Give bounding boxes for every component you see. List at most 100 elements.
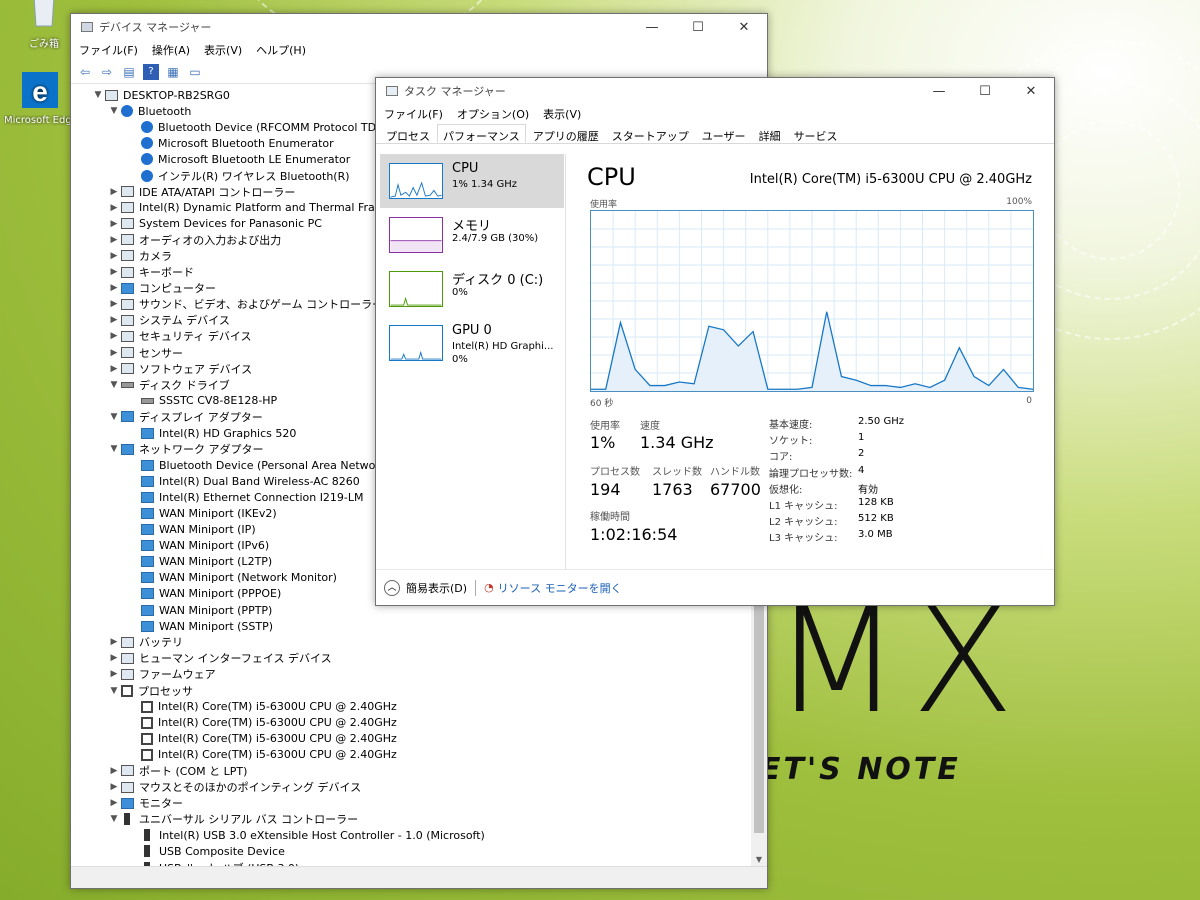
minimize-button[interactable]: —	[916, 84, 962, 99]
tree-item[interactable]: ▼ プロセッサ	[71, 682, 753, 698]
net-device-icon	[141, 588, 154, 600]
expand-chevron-icon[interactable]: ▶	[107, 219, 121, 229]
expand-chevron-icon[interactable]: ▶	[107, 331, 121, 341]
expand-chevron-icon[interactable]: ▶	[107, 798, 121, 808]
dev-device-icon	[121, 202, 134, 214]
expand-chevron-icon[interactable]: ▶	[107, 251, 121, 261]
expand-chevron-icon[interactable]: ▶	[107, 283, 121, 293]
expand-chevron-icon[interactable]: ▶	[107, 669, 121, 679]
collapse-chevron-icon[interactable]: ▼	[91, 90, 105, 100]
tab-details[interactable]: 詳細	[753, 124, 787, 143]
expand-chevron-icon[interactable]: ▶	[107, 299, 121, 309]
tree-item[interactable]: WAN Miniport (SSTP)	[71, 618, 753, 634]
scroll-down-icon[interactable]: ▼	[751, 855, 767, 864]
task-manager-titlebar[interactable]: タスク マネージャー — ☐ ✕	[376, 78, 1054, 104]
tree-item[interactable]: Intel(R) USB 3.0 eXtensible Host Control…	[71, 827, 753, 843]
expand-chevron-icon[interactable]: ▶	[107, 203, 121, 213]
menu-view[interactable]: 表示(V)	[543, 106, 581, 122]
tree-item-label: Intel(R) Core(TM) i5-6300U CPU @ 2.40GHz	[158, 716, 397, 730]
dev-device-icon	[121, 218, 134, 230]
sidebar-item-cpu[interactable]: CPU 1% 1.34 GHz	[380, 154, 564, 208]
tree-item[interactable]: ▶ ヒューマン インターフェイス デバイス	[71, 650, 753, 666]
collapse-chevron-icon[interactable]: ▼	[107, 444, 121, 454]
close-button[interactable]: ✕	[1008, 84, 1054, 99]
properties-icon[interactable]: ▤	[121, 64, 137, 80]
menu-view[interactable]: 表示(V)	[204, 42, 242, 58]
sidebar-item-disk[interactable]: ディスク 0 (C:) 0%	[380, 262, 564, 316]
collapse-chevron-icon[interactable]: ▼	[107, 686, 121, 696]
device-manager-titlebar[interactable]: デバイス マネージャー — ☐ ✕	[71, 14, 767, 40]
cpu-usage-graph	[590, 210, 1034, 392]
maximize-button[interactable]: ☐	[675, 20, 721, 35]
expand-chevron-icon[interactable]: ▶	[107, 267, 121, 277]
resource-monitor-link[interactable]: リソース モニターを開く	[498, 580, 622, 596]
minimize-button[interactable]: —	[629, 20, 675, 35]
spec-label: 論理プロセッサ数:	[769, 468, 853, 480]
net-device-icon	[141, 459, 154, 471]
expand-chevron-icon[interactable]: ▶	[107, 637, 121, 647]
menu-help[interactable]: ヘルプ(H)	[256, 42, 306, 58]
tree-item-label: WAN Miniport (L2TP)	[159, 555, 273, 569]
tree-item[interactable]: ▶ マウスとそのほかのポインティング デバイス	[71, 779, 753, 795]
spec-label: L1 キャッシュ:	[769, 501, 838, 512]
tree-item[interactable]: ▶ ポート (COM と LPT)	[71, 763, 753, 779]
task-manager-title: タスク マネージャー	[404, 85, 506, 98]
tree-item-label: WAN Miniport (SSTP)	[159, 619, 274, 633]
expand-chevron-icon[interactable]: ▶	[107, 782, 121, 792]
tree-item[interactable]: Intel(R) Core(TM) i5-6300U CPU @ 2.40GHz	[71, 715, 753, 731]
sidebar-item-gpu[interactable]: GPU 0 Intel(R) HD Graphi... 0%	[380, 316, 564, 370]
bt-device-icon	[141, 137, 153, 150]
expand-chevron-icon[interactable]: ▶	[107, 348, 121, 358]
tab-processes[interactable]: プロセス	[380, 124, 436, 143]
tree-item[interactable]: USB Composite Device	[71, 843, 753, 859]
bt-device-icon	[121, 105, 133, 118]
tree-item[interactable]: Intel(R) Core(TM) i5-6300U CPU @ 2.40GHz	[71, 747, 753, 763]
tree-item[interactable]: ▶ バッテリ	[71, 634, 753, 650]
tab-startup[interactable]: スタートアップ	[606, 124, 695, 143]
tree-item[interactable]: ▶ モニター	[71, 795, 753, 811]
collapse-chevron-icon[interactable]: ▼	[107, 380, 121, 390]
task-manager-app-icon	[386, 86, 398, 96]
collapse-chevron-icon[interactable]: ▼	[107, 814, 121, 824]
collapse-chevron-icon[interactable]: ▼	[107, 106, 121, 116]
tree-item[interactable]: ▼ ユニバーサル シリアル バス コントローラー	[71, 811, 753, 827]
edge-shortcut[interactable]: e Microsoft Edge	[4, 70, 76, 126]
svg-text:e: e	[32, 76, 48, 107]
net-device-icon	[141, 524, 154, 536]
help-icon[interactable]: ?	[143, 63, 159, 80]
collapse-chevron-icon[interactable]: ▼	[107, 412, 121, 422]
menu-file[interactable]: ファイル(F)	[79, 42, 138, 58]
graph-zero-label: 0	[1026, 396, 1032, 406]
tree-item-label: WAN Miniport (IKEv2)	[159, 506, 277, 520]
collapse-up-icon[interactable]: ︿	[384, 579, 400, 596]
simple-view-button[interactable]: 簡易表示(D)	[406, 580, 467, 596]
sidebar-item-memory[interactable]: メモリ 2.4/7.9 GB (30%)	[380, 208, 564, 262]
monitor-icon[interactable]: ▭	[187, 64, 203, 80]
tab-users[interactable]: ユーザー	[696, 124, 752, 143]
resource-monitor-icon: ◔	[484, 581, 494, 594]
tab-performance[interactable]: パフォーマンス	[437, 124, 526, 143]
menu-options[interactable]: オプション(O)	[457, 106, 529, 122]
tab-app-history[interactable]: アプリの履歴	[527, 124, 605, 143]
tab-services[interactable]: サービス	[788, 124, 844, 143]
usage-value: 1%	[590, 433, 616, 452]
tree-item[interactable]: Intel(R) Core(TM) i5-6300U CPU @ 2.40GHz	[71, 731, 753, 747]
close-button[interactable]: ✕	[721, 20, 767, 35]
tree-item[interactable]: ▶ ファームウェア	[71, 666, 753, 682]
thread-count-label: スレッド数	[652, 467, 702, 478]
back-arrow-icon[interactable]: ⇦	[77, 64, 93, 80]
expand-chevron-icon[interactable]: ▶	[107, 364, 121, 374]
maximize-button[interactable]: ☐	[962, 84, 1008, 99]
menu-action[interactable]: 操作(A)	[152, 42, 190, 58]
menu-file[interactable]: ファイル(F)	[384, 106, 443, 122]
details-icon[interactable]: ▦	[165, 64, 181, 80]
expand-chevron-icon[interactable]: ▶	[107, 315, 121, 325]
expand-chevron-icon[interactable]: ▶	[107, 653, 121, 663]
dev-device-icon	[121, 363, 134, 375]
tree-item-label: WAN Miniport (IP)	[159, 523, 256, 537]
forward-arrow-icon[interactable]: ⇨	[99, 64, 115, 80]
tree-item[interactable]: Intel(R) Core(TM) i5-6300U CPU @ 2.40GHz	[71, 699, 753, 715]
expand-chevron-icon[interactable]: ▶	[107, 187, 121, 197]
expand-chevron-icon[interactable]: ▶	[107, 766, 121, 776]
expand-chevron-icon[interactable]: ▶	[107, 235, 121, 245]
